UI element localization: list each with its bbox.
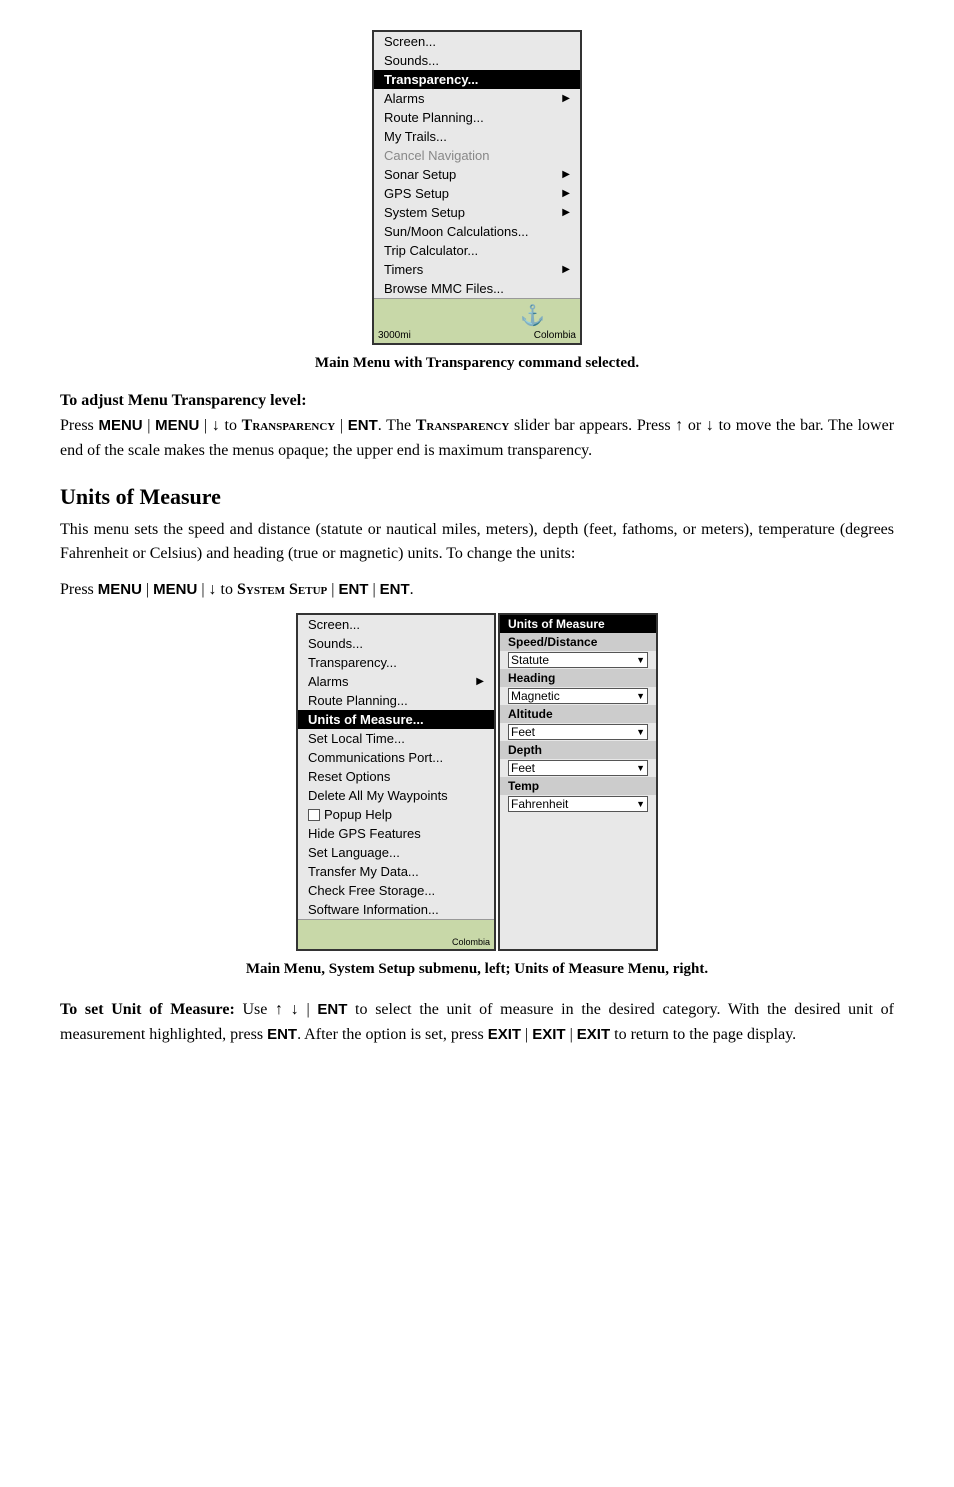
system-setup-smallcaps: System Setup xyxy=(237,581,327,598)
menu2-left-map-label: Colombia xyxy=(452,937,490,947)
menu2-item-sounds[interactable]: Sounds... xyxy=(298,634,494,653)
menu1-item-route-planning[interactable]: Route Planning... xyxy=(374,108,580,127)
kbd-menu3: MENU xyxy=(98,581,142,598)
units-speed-dropdown-row[interactable]: Statute xyxy=(500,651,656,669)
menu1-item-timers[interactable]: Timers xyxy=(374,260,580,279)
menu2-item-localtime[interactable]: Set Local Time... xyxy=(298,729,494,748)
set-unit-intro: To set Unit of Measure: xyxy=(60,1001,235,1018)
units-header: Units of Measure xyxy=(500,615,656,633)
menu2-left-box: Screen... Sounds... Transparency... Alar… xyxy=(296,613,496,951)
menu1-map-preview: ⚓ 3000mi Colombia xyxy=(374,298,580,343)
units-altitude-dropdown-row[interactable]: Feet xyxy=(500,723,656,741)
menu1-item-transparency[interactable]: Transparency... xyxy=(374,70,580,89)
menu1-item-screen[interactable]: Screen... xyxy=(374,32,580,51)
kbd-ent2: ENT xyxy=(338,581,368,598)
menu1-item-trip-calc[interactable]: Trip Calculator... xyxy=(374,241,580,260)
popup-help-checkbox[interactable] xyxy=(308,809,320,821)
menu1-item-system-setup[interactable]: System Setup xyxy=(374,203,580,222)
menu1-item-sonar-setup[interactable]: Sonar Setup xyxy=(374,165,580,184)
menu2-item-check-storage[interactable]: Check Free Storage... xyxy=(298,881,494,900)
transparency-heading: To adjust Menu Transparency level: xyxy=(60,392,894,410)
menu1-item-my-trails[interactable]: My Trails... xyxy=(374,127,580,146)
map1-icon: ⚓ xyxy=(520,303,545,328)
units-temp-dropdown-row[interactable]: Fahrenheit xyxy=(500,795,656,813)
units-temp-label: Temp xyxy=(500,777,656,795)
units-depth-dropdown[interactable]: Feet xyxy=(508,760,648,776)
menu1-item-alarms[interactable]: Alarms xyxy=(374,89,580,108)
units-of-measure-heading: Units of Measure xyxy=(60,484,894,510)
menu1-item-sounds[interactable]: Sounds... xyxy=(374,51,580,70)
units-altitude-dropdown[interactable]: Feet xyxy=(508,724,648,740)
menu2-left-map: Colombia xyxy=(298,919,494,949)
menu2-item-popup-help[interactable]: Popup Help xyxy=(298,805,494,824)
kbd-ent-unit: ENT xyxy=(317,1001,347,1018)
caption2: Main Menu, System Setup submenu, left; U… xyxy=(60,961,894,978)
kbd-exit1: EXIT xyxy=(488,1026,521,1043)
menu1-item-browse-mmc[interactable]: Browse MMC Files... xyxy=(374,279,580,298)
transparency-smallcaps1: Transparency xyxy=(242,417,336,434)
menu2-item-transparency[interactable]: Transparency... xyxy=(298,653,494,672)
menu2-item-screen[interactable]: Screen... xyxy=(298,615,494,634)
menu1-item-cancel-nav: Cancel Navigation xyxy=(374,146,580,165)
menu2-item-commport[interactable]: Communications Port... xyxy=(298,748,494,767)
units-depth-label: Depth xyxy=(500,741,656,759)
set-unit-body: To set Unit of Measure: Use ↑ ↓ | ENT to… xyxy=(60,998,894,1048)
press-line-2: Press MENU | MENU | ↓ to System Setup | … xyxy=(60,581,894,599)
units-speed-label: Speed/Distance xyxy=(500,633,656,651)
units-temp-dropdown[interactable]: Fahrenheit xyxy=(508,796,648,812)
menu1-container: Screen... Sounds... Transparency... Alar… xyxy=(60,30,894,345)
menu2-item-delete-waypoints[interactable]: Delete All My Waypoints xyxy=(298,786,494,805)
caption1: Main Menu with Transparency command sele… xyxy=(60,355,894,372)
kbd-menu2: MENU xyxy=(155,417,199,434)
kbd-menu1: MENU xyxy=(98,417,142,434)
kbd-exit3: EXIT xyxy=(577,1026,610,1043)
kbd-ent-select: ENT xyxy=(267,1026,297,1043)
menu2-item-alarms[interactable]: Alarms xyxy=(298,672,494,691)
menu1-item-gps-setup[interactable]: GPS Setup xyxy=(374,184,580,203)
transparency-body: Press MENU | MENU | ↓ to Transparency | … xyxy=(60,414,894,464)
menu1-item-sunmoon[interactable]: Sun/Moon Calculations... xyxy=(374,222,580,241)
kbd-ent3: ENT xyxy=(380,581,410,598)
menu1-box: Screen... Sounds... Transparency... Alar… xyxy=(372,30,582,345)
popup-help-label: Popup Help xyxy=(324,807,392,822)
menu2-item-reset[interactable]: Reset Options xyxy=(298,767,494,786)
menu2-item-route[interactable]: Route Planning... xyxy=(298,691,494,710)
menu2-right-box: Units of Measure Speed/Distance Statute … xyxy=(498,613,658,951)
map1-label-right: Colombia xyxy=(534,330,576,341)
kbd-ent1: ENT xyxy=(348,417,378,434)
kbd-exit2: EXIT xyxy=(532,1026,565,1043)
menu2-item-language[interactable]: Set Language... xyxy=(298,843,494,862)
menu2-item-hide-gps[interactable]: Hide GPS Features xyxy=(298,824,494,843)
transparency-smallcaps2: Transparency xyxy=(416,417,510,434)
menu2-item-transfer[interactable]: Transfer My Data... xyxy=(298,862,494,881)
units-of-measure-body: This menu sets the speed and distance (s… xyxy=(60,518,894,568)
units-heading-dropdown-row[interactable]: Magnetic xyxy=(500,687,656,705)
units-altitude-label: Altitude xyxy=(500,705,656,723)
menu2-item-software-info[interactable]: Software Information... xyxy=(298,900,494,919)
units-speed-dropdown[interactable]: Statute xyxy=(508,652,648,668)
kbd-menu4: MENU xyxy=(153,581,197,598)
dual-menu-container: Screen... Sounds... Transparency... Alar… xyxy=(60,613,894,951)
units-heading-dropdown[interactable]: Magnetic xyxy=(508,688,648,704)
units-depth-dropdown-row[interactable]: Feet xyxy=(500,759,656,777)
map1-label-left: 3000mi xyxy=(378,330,411,341)
menu2-item-units[interactable]: Units of Measure... xyxy=(298,710,494,729)
units-heading-label: Heading xyxy=(500,669,656,687)
